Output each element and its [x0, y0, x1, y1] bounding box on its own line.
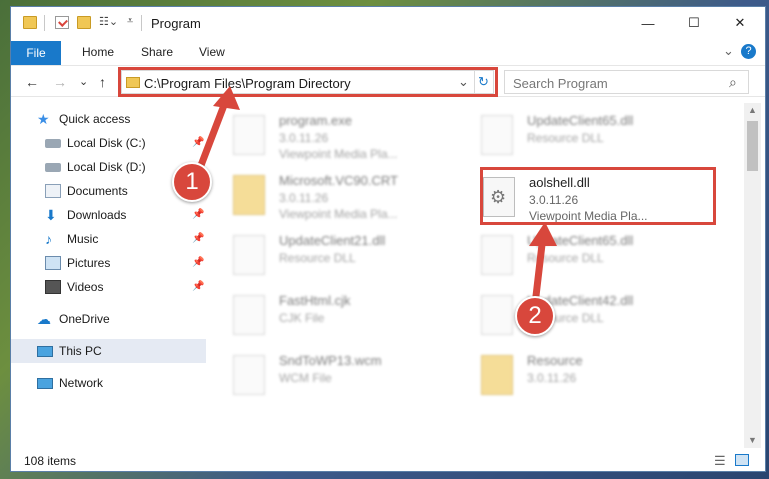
annotation-arrows: [196, 86, 557, 300]
arrow-1-line: [196, 96, 230, 172]
step-1-badge: 1: [172, 162, 212, 202]
arrow-2-head: [529, 222, 557, 246]
arrow-1-head: [213, 86, 240, 110]
step-2-badge: 2: [515, 296, 555, 336]
